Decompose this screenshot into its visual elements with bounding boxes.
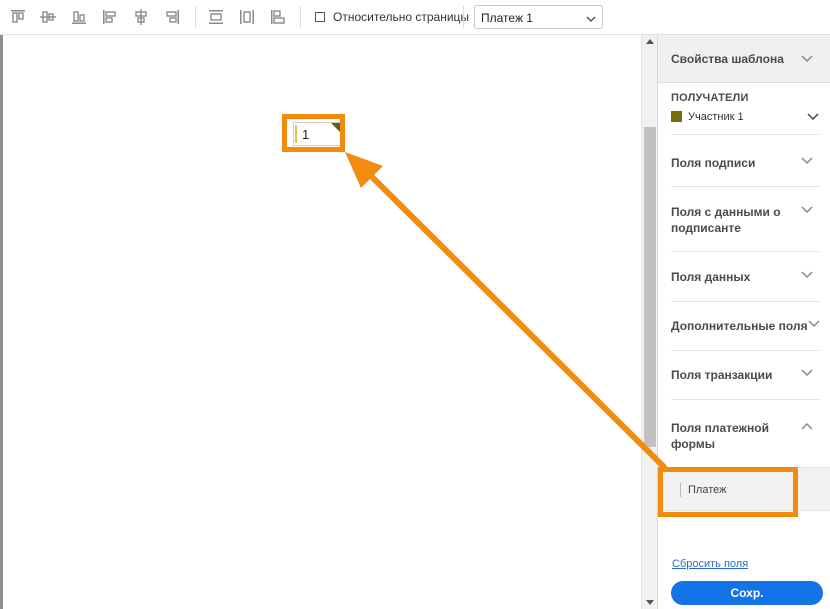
canvas-scrollbar[interactable] bbox=[641, 35, 657, 609]
distribute-horizontal-icon[interactable] bbox=[238, 8, 256, 26]
toolbar-separator bbox=[463, 6, 464, 28]
align-right-icon[interactable] bbox=[163, 8, 181, 26]
relative-to-page-label: Относительно страницы bbox=[333, 10, 470, 24]
chevron-down-icon[interactable] bbox=[801, 206, 813, 214]
divider bbox=[671, 399, 819, 400]
scroll-down-arrow-icon[interactable] bbox=[646, 600, 654, 605]
divider bbox=[671, 134, 819, 135]
relative-to-page-checkbox[interactable] bbox=[315, 12, 325, 22]
page-select[interactable]: Платеж 1 bbox=[474, 5, 603, 29]
divider bbox=[671, 350, 819, 351]
divider bbox=[671, 251, 819, 252]
annotation-highlight-field bbox=[282, 114, 345, 152]
chevron-down-icon bbox=[586, 13, 596, 23]
template-properties-panel: Свойства шаблона ПОЛУЧАТЕЛИ Участник 1 П… bbox=[657, 35, 830, 609]
recipients-label: ПОЛУЧАТЕЛИ bbox=[671, 92, 749, 104]
save-button[interactable]: Сохр. bbox=[671, 581, 823, 605]
recipient-color-swatch bbox=[671, 111, 682, 122]
align-horizontal-center-icon[interactable] bbox=[132, 8, 150, 26]
section-signature-fields[interactable]: Поля подписи bbox=[671, 155, 819, 171]
section-signer-info-fields[interactable]: Поля с данными о подписанте bbox=[671, 204, 819, 236]
divider bbox=[671, 301, 819, 302]
section-transaction-fields[interactable]: Поля транзакции bbox=[671, 367, 819, 383]
align-left-icon[interactable] bbox=[101, 8, 119, 26]
align-bottom-icon[interactable] bbox=[70, 8, 88, 26]
chevron-down-icon[interactable] bbox=[801, 157, 813, 165]
toolbar-separator bbox=[195, 6, 196, 28]
panel-title: Свойства шаблона bbox=[671, 52, 784, 66]
align-top-icon[interactable] bbox=[9, 8, 27, 26]
reset-fields-link[interactable]: Сбросить поля bbox=[672, 558, 748, 570]
chevron-down-icon[interactable] bbox=[801, 271, 813, 279]
distribute-vertical-icon[interactable] bbox=[207, 8, 225, 26]
divider bbox=[671, 186, 819, 187]
chevron-down-icon[interactable] bbox=[801, 55, 813, 63]
section-data-fields[interactable]: Поля данных bbox=[671, 269, 819, 285]
page-select-value: Платеж 1 bbox=[481, 11, 533, 25]
panel-header[interactable]: Свойства шаблона bbox=[658, 35, 830, 83]
chevron-up-icon[interactable] bbox=[801, 422, 813, 430]
recipient-name[interactable]: Участник 1 bbox=[688, 111, 744, 123]
annotation-highlight-payment-item bbox=[658, 467, 798, 517]
align-vertical-center-icon[interactable] bbox=[39, 8, 57, 26]
chevron-down-icon[interactable] bbox=[801, 369, 813, 377]
scroll-up-arrow-icon[interactable] bbox=[646, 39, 654, 44]
match-size-icon[interactable] bbox=[269, 8, 287, 26]
chevron-down-icon[interactable] bbox=[808, 320, 820, 328]
section-additional-fields[interactable]: Дополнительные поля bbox=[671, 318, 819, 334]
recipient-dropdown-chevron-icon[interactable] bbox=[807, 113, 819, 121]
scrollbar-thumb[interactable] bbox=[644, 127, 656, 447]
toolbar: Относительно страницы Платеж 1 bbox=[0, 0, 830, 35]
section-payment-form-fields[interactable]: Поля платежной формы bbox=[671, 420, 791, 452]
toolbar-separator bbox=[300, 6, 301, 28]
